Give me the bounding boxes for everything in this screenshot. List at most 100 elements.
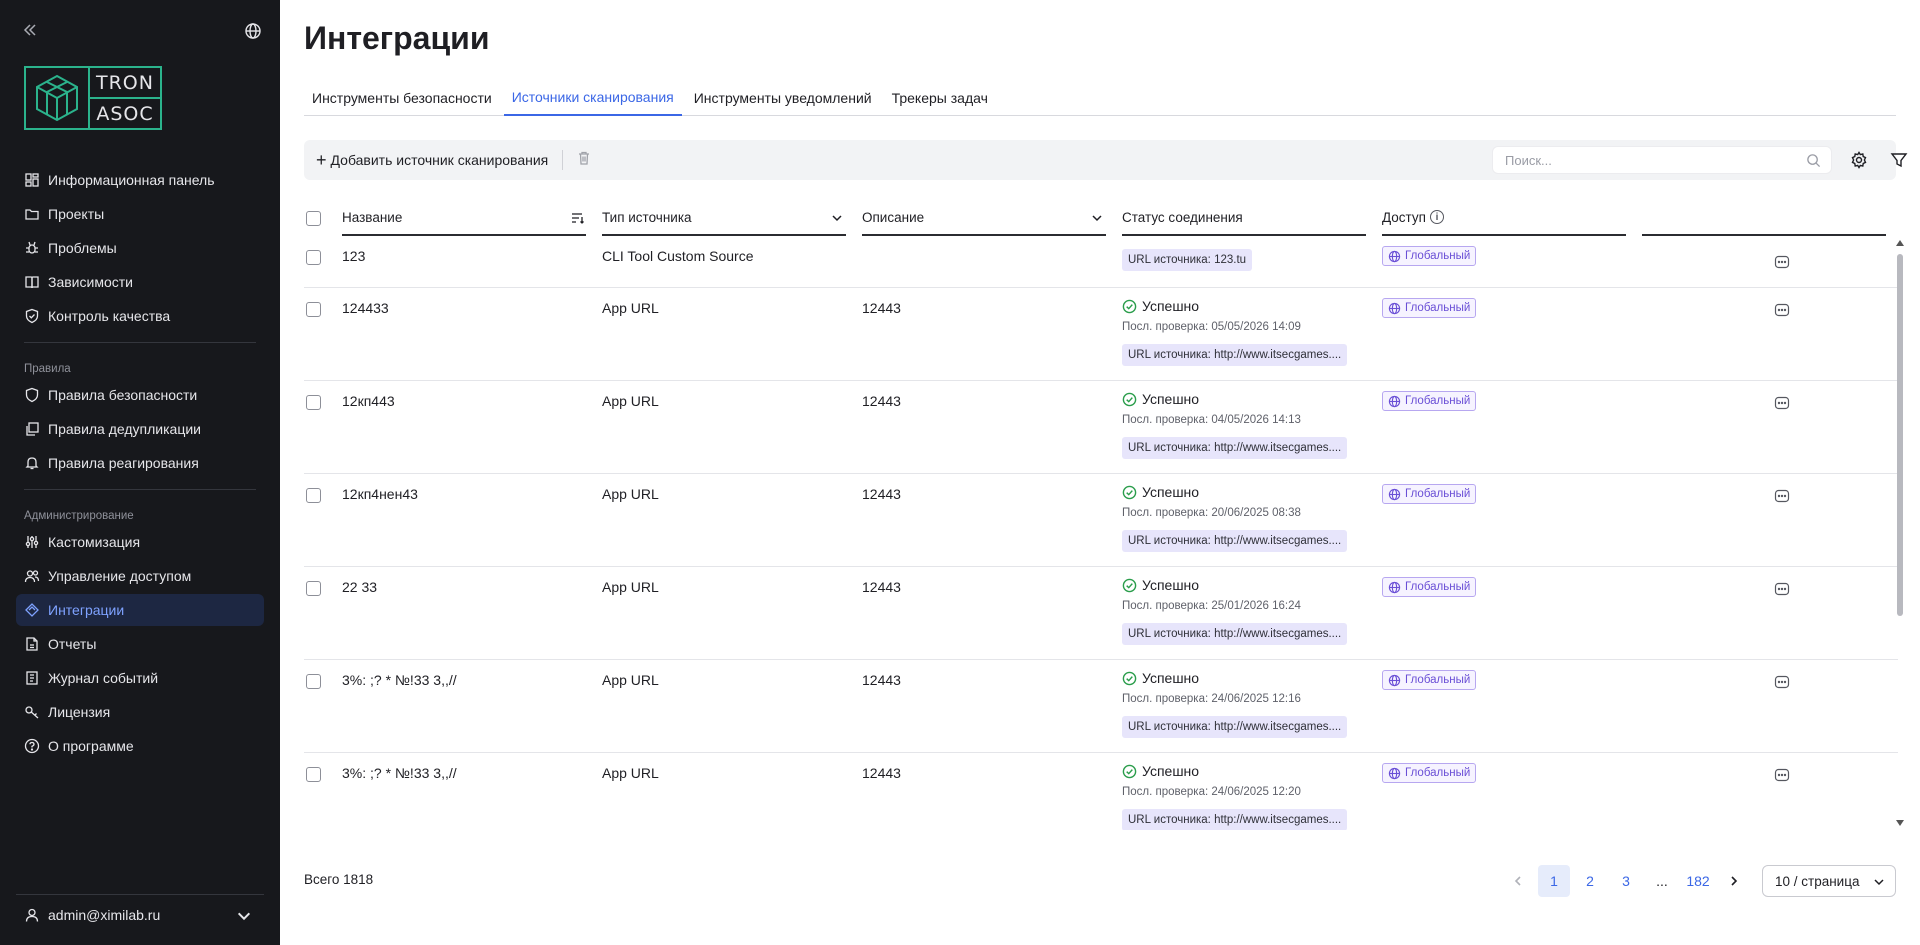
page-button-1[interactable]: 1 [1538, 865, 1570, 897]
scroll-thumb[interactable] [1897, 254, 1903, 616]
page-ellipsis[interactable]: ... [1646, 865, 1678, 897]
more-actions-icon[interactable] [1774, 395, 1792, 411]
col-label: Тип источника [602, 209, 692, 225]
search-box [1492, 146, 1832, 174]
row-checkbox[interactable] [306, 302, 321, 317]
user-menu[interactable]: admin@ximilab.ru [16, 894, 264, 934]
col-desc-header[interactable]: Описание [862, 200, 1106, 236]
page-size-value: 10 / страница [1775, 873, 1860, 889]
gear-icon[interactable] [1850, 151, 1868, 169]
status-label: Успешно [1142, 298, 1200, 314]
nav-item-event-log[interactable]: Журнал событий [16, 662, 264, 694]
nav-item-dedup-rules[interactable]: Правила дедупликации [16, 413, 264, 445]
tab-task-trackers[interactable]: Трекеры задач [884, 80, 996, 116]
nav-item-dependencies[interactable]: Зависимости [16, 266, 264, 298]
language-globe-icon[interactable] [244, 22, 264, 42]
main-content: Интеграции Инструменты безопасности Исто… [280, 0, 1920, 945]
sort-icon[interactable] [570, 211, 584, 225]
table-row[interactable]: 3%: ;? * №!33 3,,// App URL 12443 Успешн… [304, 660, 1898, 753]
row-checkbox[interactable] [306, 674, 321, 689]
prev-page-chevron-icon[interactable] [1502, 865, 1534, 897]
access-label: Глобальный [1405, 767, 1471, 779]
last-check: Посл. проверка: 04/05/2026 14:13 [1122, 414, 1301, 426]
table-row[interactable]: 12кп443 App URL 12443 Успешно Посл. пров… [304, 381, 1898, 474]
nav-item-quality-control[interactable]: Контроль качества [16, 300, 264, 332]
nav-label: Управление доступом [48, 568, 192, 584]
table-scrollbar[interactable] [1896, 240, 1904, 830]
table-row[interactable]: 22 33 App URL 12443 Успешно Посл. провер… [304, 567, 1898, 660]
more-actions-icon[interactable] [1774, 674, 1792, 690]
filter-icon[interactable] [1890, 151, 1908, 169]
more-actions-icon[interactable] [1774, 767, 1792, 783]
nav-item-response-rules[interactable]: Правила реагирования [16, 447, 264, 479]
page-button-2[interactable]: 2 [1574, 865, 1606, 897]
nav-label: Контроль качества [48, 308, 171, 324]
nav-divider [24, 342, 256, 343]
last-check: Посл. проверка: 24/06/2025 12:20 [1122, 786, 1301, 798]
page-button-last[interactable]: 182 [1682, 865, 1714, 897]
col-access-header[interactable]: Доступ i [1382, 200, 1626, 236]
access-badge: Глобальный [1382, 298, 1477, 318]
table-row[interactable]: 3%: ;? * №!33 3,,// App URL 12443 Успешн… [304, 753, 1898, 830]
scroll-down-arrow-icon[interactable] [1896, 820, 1904, 826]
globe-icon [1388, 674, 1401, 686]
nav-item-access-management[interactable]: Управление доступом [16, 560, 264, 592]
check-circle-icon [1122, 392, 1137, 406]
tab-notification-tools[interactable]: Инструменты уведомлений [686, 80, 880, 116]
row-checkbox[interactable] [306, 488, 321, 503]
nav-label: Правила реагирования [48, 455, 199, 471]
check-circle-icon [1122, 671, 1137, 685]
chevron-down-icon[interactable] [830, 211, 844, 225]
source-name: 3%: ;? * №!33 3,,// [342, 765, 457, 781]
select-all-checkbox[interactable] [306, 211, 321, 226]
access-cell: Глобальный [1382, 298, 1477, 318]
col-status-header[interactable]: Статус соединения [1122, 200, 1366, 236]
col-name-header[interactable]: Название [342, 200, 586, 236]
collapse-sidebar-icon[interactable] [22, 22, 42, 42]
col-type-header[interactable]: Тип источника [602, 200, 846, 236]
nav-item-dashboard[interactable]: Информационная панель [16, 164, 264, 196]
nav-item-issues[interactable]: Проблемы [16, 232, 264, 264]
chevron-down-icon [237, 912, 251, 921]
table-header: Название Тип источника Описание Статус с… [304, 200, 1898, 236]
row-checkbox[interactable] [306, 250, 321, 265]
status-label: Успешно [1142, 391, 1200, 407]
row-checkbox[interactable] [306, 395, 321, 410]
info-icon[interactable]: i [1429, 210, 1444, 224]
tab-scan-sources[interactable]: Источники сканирования [503, 80, 682, 116]
table-row[interactable]: 124433 App URL 12443 Успешно Посл. прове… [304, 288, 1898, 381]
shield-icon [25, 387, 39, 403]
chevron-down-icon[interactable] [1090, 211, 1104, 225]
row-checkbox[interactable] [306, 767, 321, 782]
nav-item-reports[interactable]: Отчеты [16, 628, 264, 660]
access-badge: Глобальный [1382, 670, 1477, 690]
more-actions-icon[interactable] [1774, 254, 1792, 270]
search-icon[interactable] [1806, 153, 1821, 168]
more-actions-icon[interactable] [1774, 488, 1792, 504]
table-row[interactable]: 12кп4нен43 App URL 12443 Успешно Посл. п… [304, 474, 1898, 567]
table-row[interactable]: 123 CLI Tool Custom Source URL источника… [304, 236, 1898, 288]
nav-item-integrations[interactable]: Интеграции [16, 594, 264, 626]
search-input[interactable] [1493, 147, 1793, 173]
more-actions-icon[interactable] [1774, 302, 1792, 318]
add-scan-source-button[interactable]: + Добавить источник сканирования [316, 148, 548, 172]
row-checkbox[interactable] [306, 581, 321, 596]
nav-item-license[interactable]: Лицензия [16, 696, 264, 728]
nav-item-projects[interactable]: Проекты [16, 198, 264, 230]
scroll-up-arrow-icon[interactable] [1896, 240, 1904, 246]
page-size-select[interactable]: 10 / страница [1762, 865, 1896, 897]
tab-security-tools[interactable]: Инструменты безопасности [304, 80, 500, 116]
page-button-3[interactable]: 3 [1610, 865, 1642, 897]
next-page-chevron-icon[interactable] [1718, 865, 1750, 897]
plus-icon: + [316, 150, 327, 170]
delete-trash-icon[interactable] [576, 150, 596, 170]
nav-item-about[interactable]: О программе [16, 730, 264, 762]
more-actions-icon[interactable] [1774, 581, 1792, 597]
user-icon [25, 908, 39, 922]
source-type: App URL [602, 300, 659, 316]
nav-item-customization[interactable]: Кастомизация [16, 526, 264, 558]
check-circle-icon [1122, 578, 1137, 592]
nav-item-security-rules[interactable]: Правила безопасности [16, 379, 264, 411]
logo-text-bottom: ASOC [90, 97, 160, 128]
main-nav: Информационная панель Проекты Проблемы З… [16, 164, 264, 764]
